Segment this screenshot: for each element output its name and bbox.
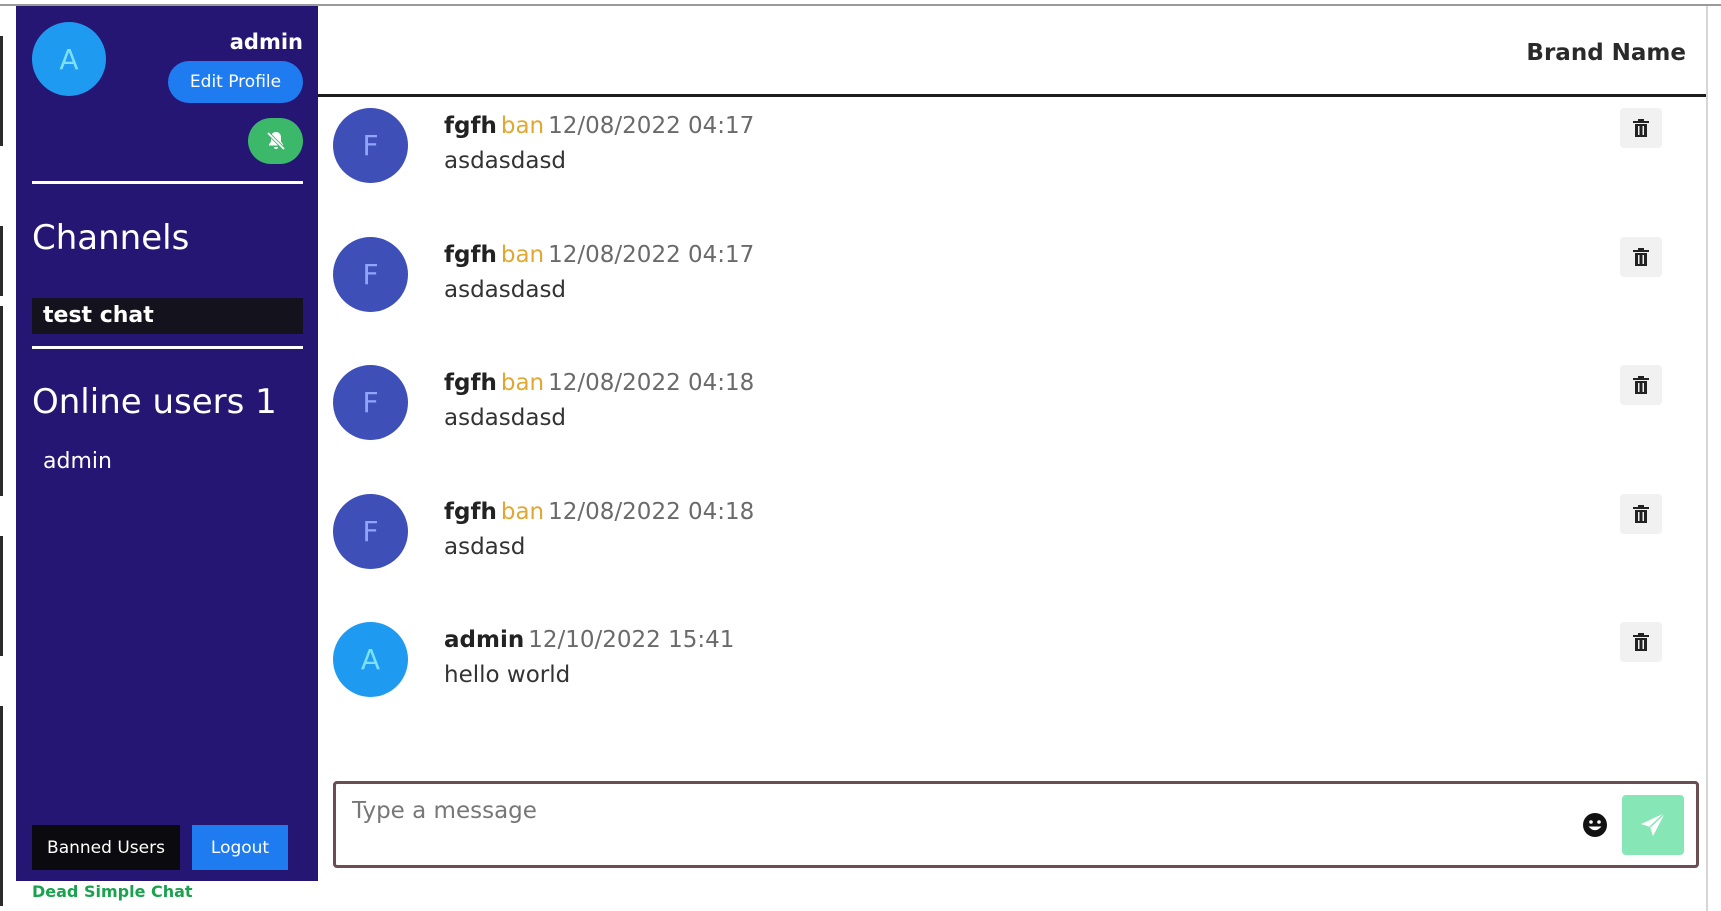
message-meta: fgfh ban 12/08/2022 04:17 bbox=[444, 242, 754, 268]
message-username[interactable]: fgfh bbox=[444, 499, 497, 525]
ban-user-link[interactable]: ban bbox=[501, 113, 544, 139]
message-text: asdasd bbox=[444, 534, 526, 560]
delete-message-button[interactable] bbox=[1620, 237, 1662, 277]
message-username[interactable]: fgfh bbox=[444, 370, 497, 396]
delete-message-button[interactable] bbox=[1620, 622, 1662, 662]
message-avatar[interactable]: A bbox=[333, 622, 408, 697]
message-item: F fgfh ban 12/08/2022 04:18 asdasd bbox=[318, 484, 1706, 604]
paper-plane-icon bbox=[1641, 812, 1666, 836]
emoji-picker-button[interactable] bbox=[1581, 811, 1609, 839]
message-input[interactable] bbox=[352, 796, 1552, 826]
brand-name: Brand Name bbox=[1526, 40, 1686, 66]
delete-message-button[interactable] bbox=[1620, 365, 1662, 405]
message-timestamp: 12/10/2022 15:41 bbox=[528, 627, 735, 653]
trash-icon bbox=[1633, 119, 1649, 137]
ban-user-link[interactable]: ban bbox=[501, 499, 544, 525]
window-left-edge bbox=[0, 6, 4, 911]
channel-item-test-chat[interactable]: test chat bbox=[32, 298, 303, 334]
message-avatar[interactable]: F bbox=[333, 365, 408, 440]
message-item: A admin 12/10/2022 15:41 hello world bbox=[318, 612, 1706, 732]
message-text: asdasdasd bbox=[444, 405, 567, 431]
message-meta: fgfh ban 12/08/2022 04:18 bbox=[444, 499, 754, 525]
trash-icon bbox=[1633, 633, 1649, 651]
ban-user-link[interactable]: ban bbox=[501, 242, 544, 268]
message-timestamp: 12/08/2022 04:17 bbox=[548, 113, 755, 139]
notifications-toggle-button[interactable] bbox=[248, 118, 303, 164]
message-text: hello world bbox=[444, 662, 571, 688]
send-button[interactable] bbox=[1622, 795, 1684, 855]
message-timestamp: 12/08/2022 04:18 bbox=[548, 499, 755, 525]
online-user-item[interactable]: admin bbox=[43, 449, 112, 474]
sidebar-divider bbox=[32, 346, 303, 349]
message-username[interactable]: admin bbox=[444, 627, 524, 653]
sidebar-divider bbox=[32, 181, 303, 184]
message-avatar[interactable]: F bbox=[333, 494, 408, 569]
message-item: F fgfh ban 12/08/2022 04:17 asdasdasd bbox=[318, 227, 1706, 347]
message-text: asdasdasd bbox=[444, 277, 567, 303]
message-username[interactable]: fgfh bbox=[444, 113, 497, 139]
message-avatar[interactable]: F bbox=[333, 108, 408, 183]
message-timestamp: 12/08/2022 04:18 bbox=[548, 370, 755, 396]
message-avatar[interactable]: F bbox=[333, 237, 408, 312]
delete-message-button[interactable] bbox=[1620, 494, 1662, 534]
message-item: F fgfh ban 12/08/2022 04:18 asdasdasd bbox=[318, 355, 1706, 475]
online-users-heading: Online users 1 bbox=[32, 382, 277, 422]
message-meta: fgfh ban 12/08/2022 04:17 bbox=[444, 113, 754, 139]
message-timestamp: 12/08/2022 04:17 bbox=[548, 242, 755, 268]
smile-emoji-icon bbox=[1583, 813, 1607, 837]
banned-users-button[interactable]: Banned Users bbox=[32, 825, 180, 870]
logout-button[interactable]: Logout bbox=[192, 825, 288, 870]
edit-profile-button[interactable]: Edit Profile bbox=[168, 61, 303, 103]
current-user-avatar[interactable]: A bbox=[32, 22, 106, 96]
trash-icon bbox=[1633, 505, 1649, 523]
bell-slash-icon bbox=[266, 131, 285, 151]
trash-icon bbox=[1633, 376, 1649, 394]
chat-header: Brand Name bbox=[318, 6, 1706, 97]
message-meta: admin 12/10/2022 15:41 bbox=[444, 627, 734, 653]
message-meta: fgfh ban 12/08/2022 04:18 bbox=[444, 370, 754, 396]
trash-icon bbox=[1633, 248, 1649, 266]
channels-heading: Channels bbox=[32, 218, 190, 258]
message-text: asdasdasd bbox=[444, 148, 567, 174]
window-right-border bbox=[1706, 6, 1708, 911]
footer-brand-link[interactable]: Dead Simple Chat bbox=[32, 882, 193, 901]
ban-user-link[interactable]: ban bbox=[501, 370, 544, 396]
current-user-name: admin bbox=[229, 30, 303, 54]
message-username[interactable]: fgfh bbox=[444, 242, 497, 268]
delete-message-button[interactable] bbox=[1620, 108, 1662, 148]
message-item: F fgfh ban 12/08/2022 04:17 asdasdasd bbox=[318, 98, 1706, 218]
sidebar: A admin Edit Profile Channels test chat … bbox=[16, 6, 318, 881]
message-composer bbox=[333, 781, 1699, 868]
